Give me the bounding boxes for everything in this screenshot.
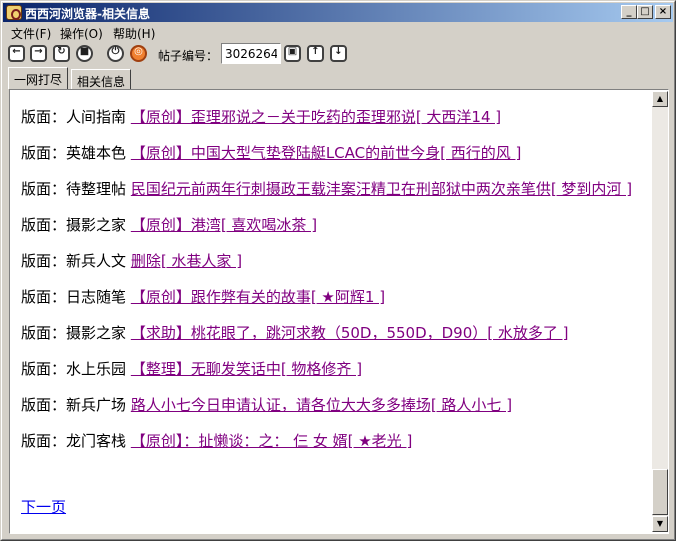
go-icon[interactable]: ▣ (284, 45, 301, 62)
menu-operation[interactable]: 操作(O) (60, 25, 103, 42)
tab-all[interactable]: 一网打尽 (8, 67, 69, 89)
refresh-glyph: ↻ (57, 46, 66, 57)
list-item: 版面：日志随笔 【原创】跟作弊有关的故事[ ★阿辉1 ] (21, 287, 643, 307)
post-link[interactable]: 【原创】中国大型气垫登陆艇LCAC的前世今身[ 西行的风 ] (131, 144, 522, 162)
page-up-glyph: ↑ (311, 46, 320, 57)
board-label: 版面： (21, 324, 67, 342)
post-link[interactable]: 路人小七今日申请认证，请各位大大多多捧场[ 路人小七 ] (131, 396, 512, 414)
list-item: 版面：水上乐园 【整理】无聊发笑话中[ 物格修齐 ] (21, 359, 643, 379)
stop-icon[interactable]: ■ (76, 45, 93, 62)
forward-icon[interactable]: → (30, 45, 47, 62)
next-page-link[interactable]: 下一页 (21, 496, 66, 517)
refresh-icon[interactable]: ↻ (53, 45, 70, 62)
board-name: 待整理帖 (66, 180, 127, 198)
post-number-label: 帖子编号： (158, 49, 219, 63)
board-label: 版面： (21, 144, 67, 162)
board-label: 版面： (21, 288, 67, 306)
list-item: 版面：待整理帖 民国纪元前两年行刺摄政王载沣案汪精卫在刑部狱中两次亲笔供[ 梦到… (21, 179, 643, 199)
board-name: 水上乐园 (66, 360, 127, 378)
board-label: 版面： (21, 216, 67, 234)
go-glyph: ▣ (287, 46, 298, 57)
board-name: 日志随笔 (66, 288, 127, 306)
close-button[interactable]: × (655, 5, 671, 19)
board-label: 版面： (21, 432, 67, 450)
board-label: 版面： (21, 396, 67, 414)
post-link[interactable]: 民国纪元前两年行刺摄政王载沣案汪精卫在刑部狱中两次亲笔供[ 梦到内河 ] (131, 180, 632, 198)
board-label: 版面： (21, 108, 67, 126)
browser-window: 西西河浏览器-相关信息 _ □ × 文件(F) 操作(O) 帮助(H) ← → … (0, 0, 676, 541)
maximize-button[interactable]: □ (637, 5, 653, 19)
post-number-input[interactable] (221, 43, 281, 64)
vertical-scrollbar[interactable]: ▲ ▼ (652, 91, 668, 532)
scroll-down-icon[interactable]: ▼ (652, 516, 668, 532)
page-down-glyph: ↓ (334, 46, 343, 57)
list-item: 版面：新兵人文 删除[ 水巷人家 ] (21, 251, 643, 271)
title-bar[interactable]: 西西河浏览器-相关信息 _ □ × (3, 3, 673, 22)
board-name: 新兵广场 (66, 396, 127, 414)
toolbar: ← → ↻ ■ ⏻ ◎ 帖子编号： ▣ ↑ ↓ (3, 42, 673, 66)
post-link[interactable]: 【原创】跟作弊有关的故事[ ★阿辉1 ] (131, 288, 385, 306)
page-down-icon[interactable]: ↓ (330, 45, 347, 62)
list-item: 版面：摄影之家 【求助】桃花眼了，跳河求教（50D，550D，D90）[ 水放多… (21, 323, 643, 343)
list-item: 版面：新兵广场 路人小七今日申请认证，请各位大大多多捧场[ 路人小七 ] (21, 395, 643, 415)
post-link[interactable]: 【原创】歪理邪说之－关于吃药的歪理邪说[ 大西洋14 ] (131, 108, 501, 126)
forward-glyph: → (34, 46, 43, 57)
scroll-up-icon[interactable]: ▲ (652, 91, 668, 107)
board-name: 英雄本色 (66, 144, 127, 162)
board-name: 龙门客栈 (66, 432, 127, 450)
swirl-icon[interactable]: ◎ (130, 45, 147, 62)
scroll-thumb[interactable] (652, 469, 668, 515)
post-link[interactable]: 删除[ 水巷人家 ] (131, 252, 242, 270)
app-icon (6, 5, 22, 20)
list-item: 版面：英雄本色 【原创】中国大型气垫登陆艇LCAC的前世今身[ 西行的风 ] (21, 143, 643, 163)
board-name: 新兵人文 (66, 252, 127, 270)
board-label: 版面： (21, 252, 67, 270)
tab-strip: 一网打尽 相关信息 (5, 67, 673, 89)
menu-file[interactable]: 文件(F) (11, 25, 51, 42)
tab-related[interactable]: 相关信息 (71, 69, 132, 89)
board-name: 人间指南 (66, 108, 127, 126)
list-item: 版面：摄影之家 【原创】港湾[ 喜欢喝冰茶 ] (21, 215, 643, 235)
menu-help[interactable]: 帮助(H) (113, 25, 155, 42)
power-icon[interactable]: ⏻ (107, 45, 124, 62)
post-link[interactable]: 【求助】桃花眼了，跳河求教（50D，550D，D90）[ 水放多了 ] (131, 324, 569, 342)
window-title: 西西河浏览器-相关信息 (25, 7, 150, 21)
list-item: 版面：龙门客栈 【原创】：扯懒谈：之： 仨 女 婿[ ★老光 ] (21, 431, 643, 451)
post-list: 版面：人间指南 【原创】歪理邪说之－关于吃药的歪理邪说[ 大西洋14 ] 版面：… (21, 107, 643, 467)
board-name: 摄影之家 (66, 216, 127, 234)
stop-glyph: ■ (79, 46, 90, 57)
post-link[interactable]: 【原创】港湾[ 喜欢喝冰茶 ] (131, 216, 317, 234)
power-glyph: ⏻ (111, 46, 120, 57)
back-icon[interactable]: ← (8, 45, 25, 62)
swirl-glyph: ◎ (134, 46, 143, 57)
board-name: 摄影之家 (66, 324, 127, 342)
list-item: 版面：人间指南 【原创】歪理邪说之－关于吃药的歪理邪说[ 大西洋14 ] (21, 107, 643, 127)
minimize-button[interactable]: _ (621, 5, 637, 19)
board-label: 版面： (21, 180, 67, 198)
post-link[interactable]: 【整理】无聊发笑话中[ 物格修齐 ] (131, 360, 362, 378)
post-link[interactable]: 【原创】：扯懒谈：之： 仨 女 婿[ ★老光 ] (131, 432, 413, 450)
page-up-icon[interactable]: ↑ (307, 45, 324, 62)
board-label: 版面： (21, 360, 67, 378)
content-pane: 版面：人间指南 【原创】歪理邪说之－关于吃药的歪理邪说[ 大西洋14 ] 版面：… (9, 89, 669, 534)
menu-bar: 文件(F) 操作(O) 帮助(H) (3, 23, 673, 41)
back-glyph: ← (12, 46, 21, 57)
